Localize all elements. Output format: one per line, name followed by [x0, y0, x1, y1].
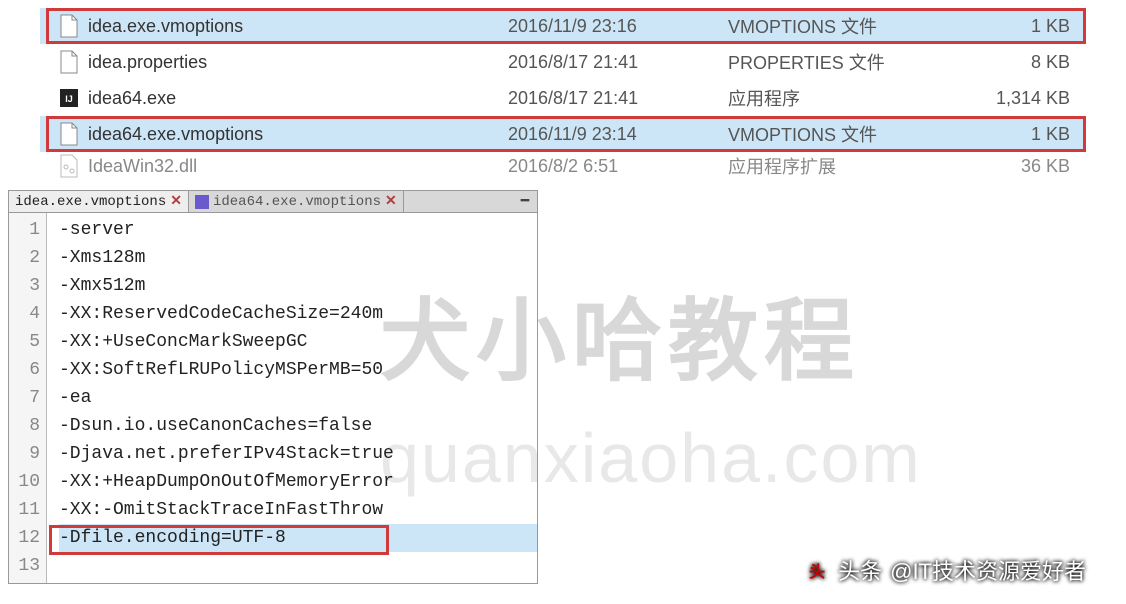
close-icon[interactable]: ✕: [170, 193, 182, 210]
file-icon: [58, 49, 80, 75]
line-number: 8: [9, 412, 40, 440]
file-row[interactable]: IJ idea64.exe 2016/8/17 21:41 应用程序 1,314…: [40, 80, 1086, 116]
file-type: VMOPTIONS 文件: [728, 121, 948, 147]
code-line: -ea: [59, 384, 537, 412]
code-line: -Xms128m: [59, 244, 537, 272]
file-icon: [58, 13, 80, 39]
code-line: -Dsun.io.useCanonCaches=false: [59, 412, 537, 440]
file-type: PROPERTIES 文件: [728, 49, 948, 75]
editor-tab-bar: idea.exe.vmoptions ✕ idea64.exe.vmoption…: [9, 191, 537, 213]
exe-icon: IJ: [58, 85, 80, 111]
line-number: 12: [9, 524, 40, 552]
file-type: VMOPTIONS 文件: [728, 13, 948, 39]
file-row[interactable]: idea64.exe.vmoptions 2016/11/9 23:14 VMO…: [40, 116, 1086, 152]
file-type: 应用程序: [728, 85, 948, 111]
code-line: -Xmx512m: [59, 272, 537, 300]
line-number: 4: [9, 300, 40, 328]
file-size: 1 KB: [948, 124, 1086, 145]
file-date: 2016/8/2 6:51: [508, 156, 728, 177]
file-row[interactable]: idea.properties 2016/8/17 21:41 PROPERTI…: [40, 44, 1086, 80]
code-line: [59, 552, 537, 580]
line-number: 5: [9, 328, 40, 356]
code-line: -XX:ReservedCodeCacheSize=240m: [59, 300, 537, 328]
file-date: 2016/8/17 21:41: [508, 88, 728, 109]
code-line: -XX:SoftRefLRUPolicyMSPerMB=50: [59, 356, 537, 384]
dll-icon: [58, 153, 80, 179]
code-editor: idea.exe.vmoptions ✕ idea64.exe.vmoption…: [8, 190, 538, 584]
file-date: 2016/8/17 21:41: [508, 52, 728, 73]
editor-tab[interactable]: idea64.exe.vmoptions ✕: [189, 191, 404, 212]
attribution-handle: @IT技术资源爱好者: [890, 554, 1086, 586]
tab-label: idea.exe.vmoptions: [15, 194, 166, 210]
file-name: idea64.exe.vmoptions: [88, 124, 508, 145]
file-row[interactable]: IdeaWin32.dll 2016/8/2 6:51 应用程序扩展 36 KB: [40, 152, 1086, 180]
close-icon[interactable]: ✕: [385, 193, 397, 210]
file-type: 应用程序扩展: [728, 153, 948, 179]
file-row[interactable]: idea.exe.vmoptions 2016/11/9 23:16 VMOPT…: [40, 8, 1086, 44]
line-number: 11: [9, 496, 40, 524]
file-name: idea.properties: [88, 52, 508, 73]
line-number: 13: [9, 552, 40, 580]
code-line: -Dfile.encoding=UTF-8: [59, 524, 537, 552]
svg-text:IJ: IJ: [65, 94, 73, 104]
line-number: 2: [9, 244, 40, 272]
code-line: -server: [59, 216, 537, 244]
file-date: 2016/11/9 23:16: [508, 16, 728, 37]
file-size: 36 KB: [948, 156, 1086, 177]
file-size: 1 KB: [948, 16, 1086, 37]
code-body[interactable]: 1 2 3 4 5 6 7 8 9 10 11 12 13 -server -X…: [9, 213, 537, 583]
line-number: 10: [9, 468, 40, 496]
code-content[interactable]: -server -Xms128m -Xmx512m -XX:ReservedCo…: [47, 213, 537, 583]
code-line: -XX:+HeapDumpOnOutOfMemoryError: [59, 468, 537, 496]
line-number: 3: [9, 272, 40, 300]
file-explorer-list: idea.exe.vmoptions 2016/11/9 23:16 VMOPT…: [40, 8, 1086, 180]
code-line: -XX:+UseConcMarkSweepGC: [59, 328, 537, 356]
code-line: -Djava.net.preferIPv4Stack=true: [59, 440, 537, 468]
file-icon: [195, 195, 209, 209]
minimize-icon[interactable]: ━: [513, 193, 537, 210]
attribution: 头 头条 @IT技术资源爱好者: [804, 554, 1086, 586]
file-name: idea.exe.vmoptions: [88, 16, 508, 37]
file-name: idea64.exe: [88, 88, 508, 109]
attribution-prefix: 头条: [838, 554, 882, 586]
tab-label: idea64.exe.vmoptions: [213, 194, 381, 210]
code-line: -XX:-OmitStackTraceInFastThrow: [59, 496, 537, 524]
file-name: IdeaWin32.dll: [88, 156, 508, 177]
file-date: 2016/11/9 23:14: [508, 124, 728, 145]
file-size: 1,314 KB: [948, 88, 1086, 109]
line-number: 1: [9, 216, 40, 244]
editor-tab[interactable]: idea.exe.vmoptions ✕: [9, 191, 189, 212]
line-gutter: 1 2 3 4 5 6 7 8 9 10 11 12 13: [9, 213, 47, 583]
file-icon: [58, 121, 80, 147]
file-size: 8 KB: [948, 52, 1086, 73]
toutiao-icon: 头: [804, 557, 830, 583]
line-number: 9: [9, 440, 40, 468]
line-number: 7: [9, 384, 40, 412]
line-number: 6: [9, 356, 40, 384]
